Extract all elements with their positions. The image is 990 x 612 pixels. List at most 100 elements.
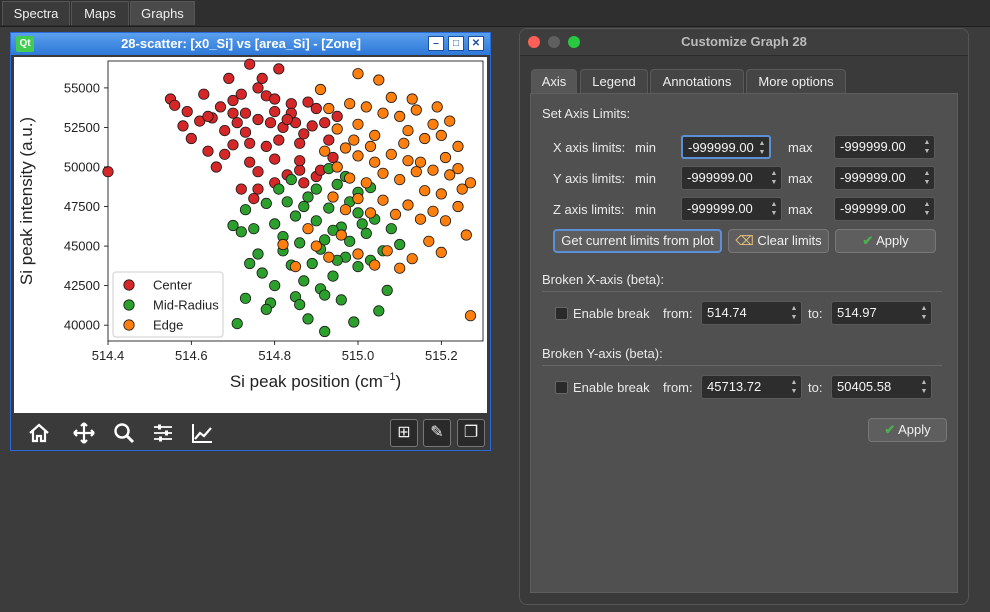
data-point-mid-radius xyxy=(260,197,272,209)
spinner-arrows-icon[interactable]: ▲ ▼ xyxy=(919,304,929,322)
data-point-edge xyxy=(331,161,343,173)
clear-limits-button[interactable]: ⌫ Clear limits xyxy=(728,229,829,253)
data-point-center xyxy=(306,120,318,132)
sliders-icon[interactable] xyxy=(150,420,176,446)
data-point-center xyxy=(248,193,260,205)
data-point-mid-radius xyxy=(394,238,406,251)
y-max-label: max xyxy=(788,171,813,186)
tab-more-options[interactable]: More options xyxy=(746,69,846,93)
data-point-edge xyxy=(414,213,427,225)
break-y-to-input[interactable]: 50405.58 ▲ ▼ xyxy=(831,375,932,399)
data-point-center xyxy=(185,132,197,145)
break-x-to-input[interactable]: 514.97 ▲ ▼ xyxy=(831,301,932,325)
data-point-center xyxy=(227,139,239,151)
data-point-center xyxy=(102,166,114,178)
break-y-from-input[interactable]: 45713.72 ▲ ▼ xyxy=(701,375,802,399)
data-point-mid-radius xyxy=(319,325,331,338)
graph-window-titlebar[interactable]: Qt 28-scatter: [x0_Si] vs [area_Si] - [Z… xyxy=(11,33,490,55)
spinner-arrows-icon[interactable]: ▲ ▼ xyxy=(919,378,929,396)
spinner-arrows-icon[interactable]: ▲ ▼ xyxy=(922,200,932,218)
get-current-limits-button[interactable]: Get current limits from plot xyxy=(553,229,722,253)
spinner-arrows-icon[interactable]: ▲ ▼ xyxy=(769,200,779,218)
x-max-input[interactable]: -999999.00 ▲ ▼ xyxy=(834,135,935,159)
data-point-mid-radius xyxy=(335,294,347,306)
enable-break-x-checkbox[interactable] xyxy=(555,307,568,320)
data-point-mid-radius xyxy=(352,207,364,219)
data-point-edge xyxy=(394,110,406,123)
z-min-input[interactable]: -999999.00 ▲ ▼ xyxy=(681,197,782,221)
scatter-chart[interactable]: 514.4 514.6 514.8 515.0 515.2 40000 42500 45000… xyxy=(14,57,487,413)
data-point-center xyxy=(331,110,343,123)
data-point-edge xyxy=(410,104,422,116)
move-icon[interactable] xyxy=(71,420,97,446)
spinner-arrows-icon[interactable]: ▲ ▼ xyxy=(922,138,932,156)
data-point-edge xyxy=(352,193,364,205)
divider xyxy=(542,365,942,366)
data-point-edge xyxy=(427,164,439,176)
zoom-icon[interactable] xyxy=(111,420,137,446)
y-tick-label: 42500 xyxy=(64,278,100,293)
data-point-edge xyxy=(402,155,414,167)
data-point-center xyxy=(202,145,214,157)
data-point-edge xyxy=(344,98,356,110)
spinner-arrows-icon[interactable]: ▲ ▼ xyxy=(757,139,767,157)
spinner-arrows-icon[interactable]: ▲ ▼ xyxy=(789,304,799,322)
trend-icon[interactable] xyxy=(189,420,215,446)
set-axis-limits-title: Set Axis Limits: xyxy=(542,106,631,121)
x-min-input[interactable]: -999999.00 ▲ ▼ xyxy=(681,135,771,159)
data-point-edge xyxy=(335,229,347,241)
data-point-mid-radius xyxy=(273,183,285,195)
y-min-input[interactable]: -999999.00 ▲ ▼ xyxy=(681,166,782,190)
data-point-edge xyxy=(302,223,314,235)
y-max-input[interactable]: -999999.00 ▲ ▼ xyxy=(834,166,935,190)
spinner-arrows-icon[interactable]: ▲ ▼ xyxy=(922,169,932,187)
edit-icon[interactable]: ✎ xyxy=(423,419,451,447)
data-point-edge xyxy=(289,261,302,273)
data-point-center xyxy=(198,88,210,100)
data-point-center xyxy=(294,164,306,176)
tab-maps[interactable]: Maps xyxy=(71,1,129,25)
divider xyxy=(542,291,942,292)
tab-graphs[interactable]: Graphs xyxy=(130,1,195,25)
customize-titlebar[interactable]: Customize Graph 28 xyxy=(520,29,968,56)
data-point-center xyxy=(298,177,310,189)
tab-axis[interactable]: Axis xyxy=(531,69,577,93)
copy-icon[interactable]: ❐ xyxy=(457,419,485,447)
data-point-edge xyxy=(339,142,352,154)
home-icon[interactable] xyxy=(26,420,52,446)
checkmark-icon: ✔ xyxy=(884,422,896,437)
data-point-mid-radius xyxy=(348,316,360,328)
data-point-edge xyxy=(323,102,335,115)
data-point-center xyxy=(239,107,252,119)
data-point-mid-radius xyxy=(289,210,302,222)
apply-break-button[interactable]: ✔ Apply xyxy=(868,418,947,442)
data-point-edge xyxy=(406,93,418,105)
z-max-label: max xyxy=(788,202,813,217)
spinner-arrows-icon[interactable]: ▲ ▼ xyxy=(769,169,779,187)
close-icon[interactable]: ✕ xyxy=(468,36,484,51)
data-point-mid-radius xyxy=(319,289,331,301)
spinner-arrows-icon[interactable]: ▲ ▼ xyxy=(789,378,799,396)
data-point-edge xyxy=(439,215,452,227)
data-point-edge xyxy=(339,204,352,216)
maximize-icon[interactable]: □ xyxy=(448,36,464,51)
data-point-mid-radius xyxy=(239,292,252,304)
break-x-from-input[interactable]: 514.74 ▲ ▼ xyxy=(701,301,802,325)
x-axis-label: Si peak position (cm−1) xyxy=(230,371,401,391)
add-icon[interactable]: ⊞ xyxy=(390,419,418,447)
z-max-input[interactable]: -999999.00 ▲ ▼ xyxy=(834,197,935,221)
data-point-center xyxy=(169,99,181,111)
tab-spectra[interactable]: Spectra xyxy=(2,1,70,25)
tab-legend[interactable]: Legend xyxy=(580,69,648,93)
enable-break-y-checkbox[interactable] xyxy=(555,381,568,394)
data-point-mid-radius xyxy=(352,261,364,273)
tab-annotations[interactable]: Annotations xyxy=(650,69,744,93)
apply-limits-button[interactable]: ✔ Apply xyxy=(835,229,936,253)
break-y-from-label: from: xyxy=(663,380,693,395)
data-point-mid-radius xyxy=(281,196,293,208)
plot-area[interactable]: 514.4 514.6 514.8 515.0 515.2 40000 42500 45000… xyxy=(14,57,487,413)
y-axis-label: Si peak intensity (a.u.) xyxy=(17,117,36,285)
minimize-icon[interactable]: – xyxy=(428,36,444,51)
data-point-edge xyxy=(360,177,372,189)
y-tick-label: 47500 xyxy=(64,199,100,214)
